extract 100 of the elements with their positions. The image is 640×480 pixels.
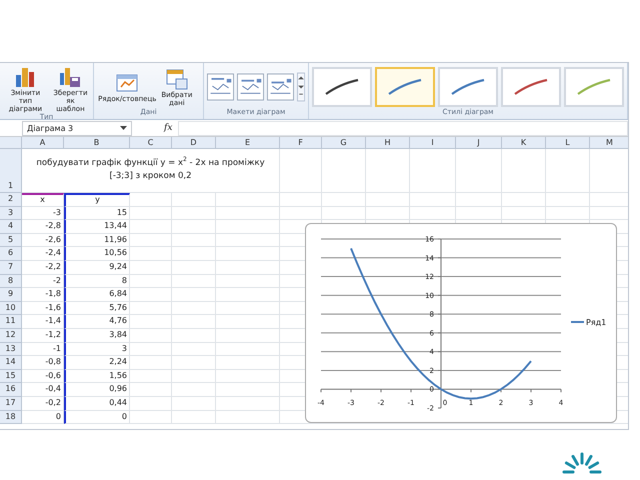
name-box[interactable]: Діаграма 3 [22,120,132,136]
column-header[interactable]: E [216,137,280,149]
row-header[interactable]: 4 [0,220,22,234]
table-cell: 3,84 [64,328,130,343]
table-cell [502,149,546,193]
table-cell [172,396,216,410]
table-cell [172,193,216,207]
table-cell [280,193,322,207]
column-header[interactable]: C [130,137,172,149]
table-cell [546,193,590,207]
legend-line [571,321,584,323]
table-cell [366,149,410,193]
table-cell [130,302,172,316]
row-header[interactable]: 3 [0,206,22,220]
chart-layout-icon[interactable] [236,72,264,102]
table-cell [216,410,280,424]
column-header[interactable]: J [456,137,502,149]
table-cell [456,206,502,220]
row-header[interactable]: 8 [0,274,22,288]
row-header[interactable]: 13 [0,342,22,356]
table-cell [172,206,216,220]
table-cell [546,149,590,193]
chart-style-thumbnail[interactable] [501,66,561,106]
table-cell [410,206,456,220]
row-header[interactable]: 2 [0,193,22,207]
row-header[interactable]: 9 [0,288,22,302]
row-header[interactable]: 16 [0,383,22,397]
column-header[interactable]: G [322,137,366,149]
table-cell: 0 [64,410,130,424]
table-cell [410,193,456,207]
row-header[interactable]: 17 [0,396,22,410]
table-cell: -0,4 [22,383,64,397]
table-cell [280,206,322,220]
table-cell: 3 [64,342,130,356]
table-cell [172,342,216,356]
column-header[interactable]: H [366,137,410,149]
table-cell [130,315,172,329]
table-cell [546,206,590,220]
table-cell [172,288,216,302]
column-header[interactable]: F [280,137,322,149]
table-cell [130,383,172,397]
table-cell [172,260,216,275]
table-cell [172,247,216,261]
row-header[interactable]: 1 [0,149,22,193]
function-label[interactable]: fx [164,123,172,133]
row-header[interactable]: 6 [0,247,22,261]
table-cell: 8 [64,274,130,288]
chart-style-thumbnail[interactable] [312,66,372,106]
row-header[interactable]: 10 [0,302,22,316]
table-cell: -2,4 [22,247,64,261]
table-cell [172,410,216,424]
table-cell: -0,8 [22,356,64,370]
table-cell [172,356,216,370]
table-cell: -2 [22,274,64,288]
gallery-scroll-icon[interactable] [296,70,305,102]
dropdown-caret-icon [120,126,127,130]
column-header[interactable]: B [64,137,130,149]
row-header[interactable]: 14 [0,356,22,370]
column-header[interactable]: L [546,137,590,149]
table-cell [366,193,410,207]
table-cell [502,206,546,220]
row-header[interactable]: 7 [0,260,22,275]
table-cell [322,193,366,207]
table-cell: -1,8 [22,288,64,302]
chart-style-thumbnail[interactable] [375,66,435,106]
table-cell: -1 [22,342,64,356]
column-header[interactable]: M [590,137,628,149]
row-header[interactable]: 12 [0,328,22,343]
row-header[interactable]: 11 [0,315,22,329]
table-cell [172,220,216,234]
table-cell [130,234,172,248]
table-cell [172,315,216,329]
table-cell: 15 [64,206,130,220]
column-header[interactable]: A [22,137,64,149]
table-cell: -3 [22,206,64,220]
table-cell: 13,44 [64,220,130,234]
column-header[interactable]: D [172,137,216,149]
row-header[interactable]: 5 [0,234,22,248]
table-cell [172,234,216,248]
row-header[interactable]: 15 [0,370,22,384]
table-cell: 0,44 [64,396,130,410]
table-cell [130,410,172,424]
table-cell: -1,6 [22,302,64,316]
chart-style-thumbnail[interactable] [564,66,624,106]
table-cell: 5,76 [64,302,130,316]
table-cell [130,396,172,410]
column-header[interactable]: K [502,137,546,149]
chart-layout-icon[interactable] [266,72,294,102]
table-cell [410,149,456,193]
row-header[interactable]: 18 [0,410,22,424]
chart-style-thumbnail[interactable] [438,66,498,106]
column-header[interactable]: I [410,137,456,149]
table-cell [172,328,216,343]
table-cell: 0,96 [64,383,130,397]
table-cell: 2,24 [64,356,130,370]
table-cell: -1,2 [22,328,64,343]
chart-layout-icon[interactable] [207,72,234,102]
chart-save-icon [58,65,82,89]
formula-input[interactable] [178,120,628,136]
table-cell [130,288,172,302]
